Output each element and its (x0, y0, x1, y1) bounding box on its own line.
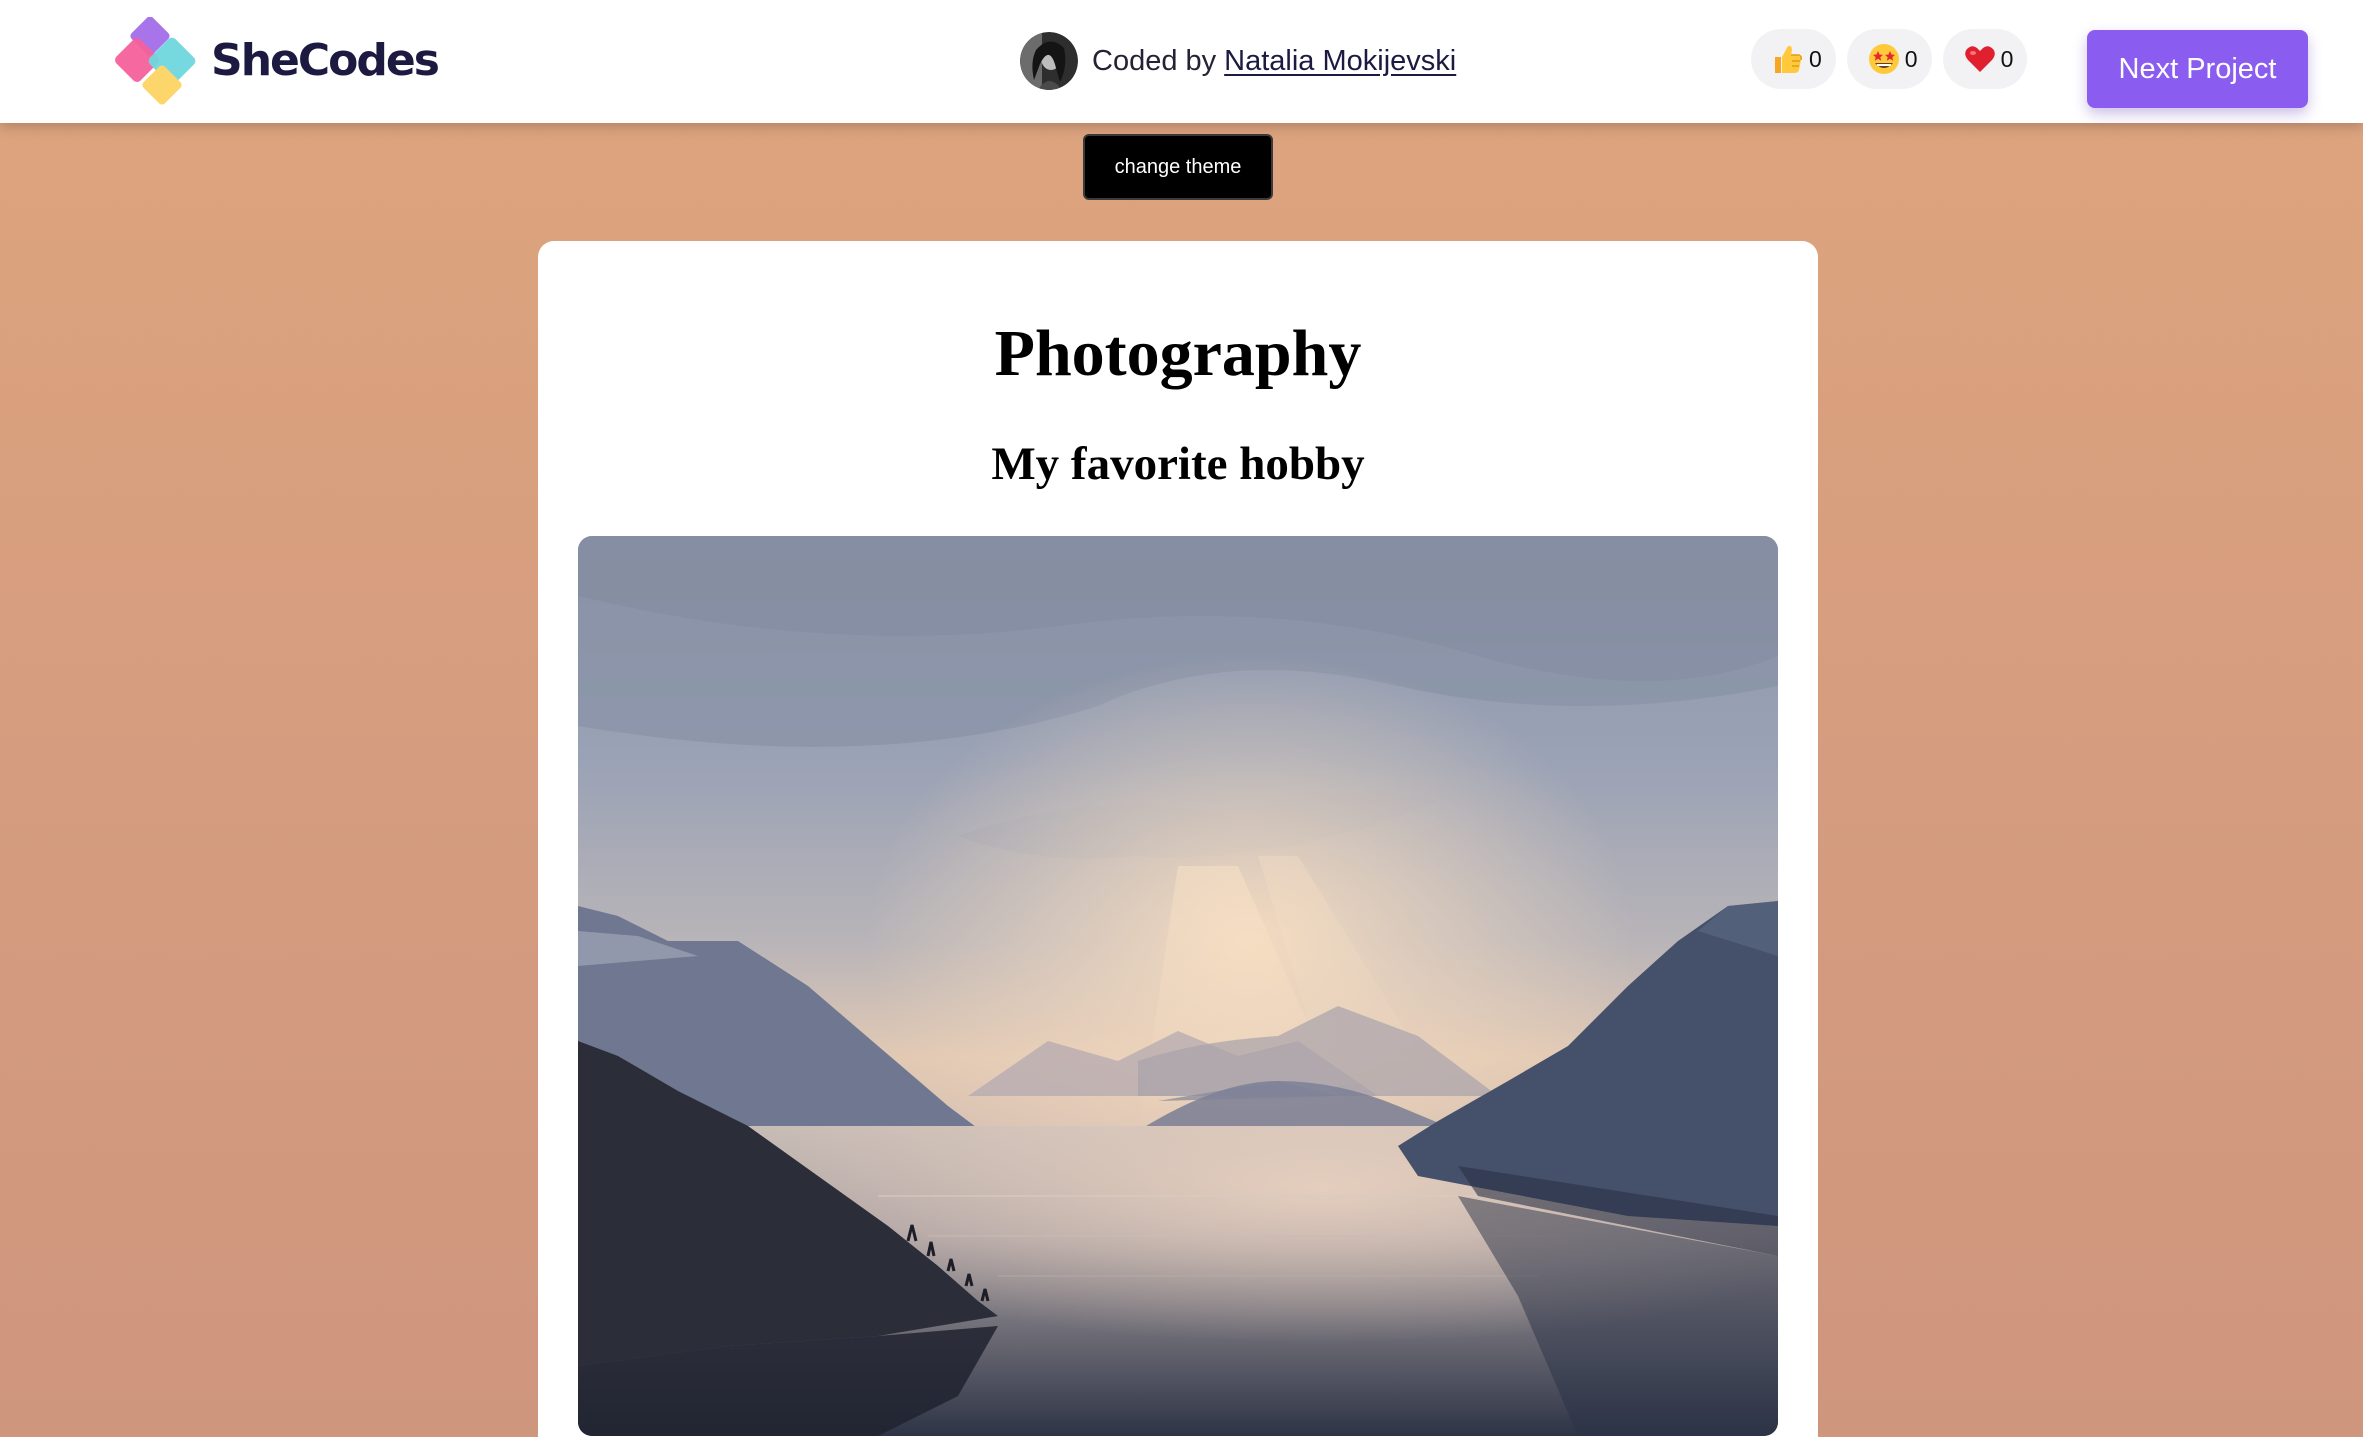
page-title: Photography (994, 317, 1362, 390)
shecodes-logo-icon (115, 17, 196, 105)
next-project-button[interactable]: Next Project (2087, 30, 2308, 108)
landscape-photo (578, 536, 1778, 1436)
coded-by: Coded by Natalia Mokijevski (1020, 31, 1456, 91)
coded-by-label: Coded by (1092, 44, 1217, 77)
reaction-count: 0 (1809, 45, 1822, 72)
thumbs-up-icon (1775, 45, 1802, 73)
brand-name: SheCodes (211, 35, 440, 86)
change-theme-button[interactable]: change theme (1083, 134, 1273, 200)
site-header: SheCodes Coded by Natalia Mokijevski 0 0… (0, 0, 2363, 123)
reaction-count: 0 (1904, 45, 1918, 72)
star-struck-icon (1868, 44, 1899, 74)
shecodes-logo[interactable]: SheCodes (113, 17, 440, 105)
author-avatar[interactable] (1020, 32, 1078, 90)
reaction-star-struck[interactable]: 0 (1846, 29, 1932, 89)
reaction-heart[interactable]: 0 (1942, 29, 2028, 89)
content-card: Photography My favorite hobby (538, 241, 1818, 1437)
reaction-thumbs-up[interactable]: 0 (1751, 29, 1836, 89)
reaction-count: 0 (2000, 45, 2014, 72)
lake-mountains-image (578, 536, 1778, 1436)
reactions-bar: 0 0 0 (1751, 29, 2028, 89)
author-link[interactable]: Natalia Mokijevski (1224, 45, 1456, 78)
heart-icon (1964, 46, 1995, 72)
page-subtitle: My favorite hobby (991, 438, 1365, 490)
